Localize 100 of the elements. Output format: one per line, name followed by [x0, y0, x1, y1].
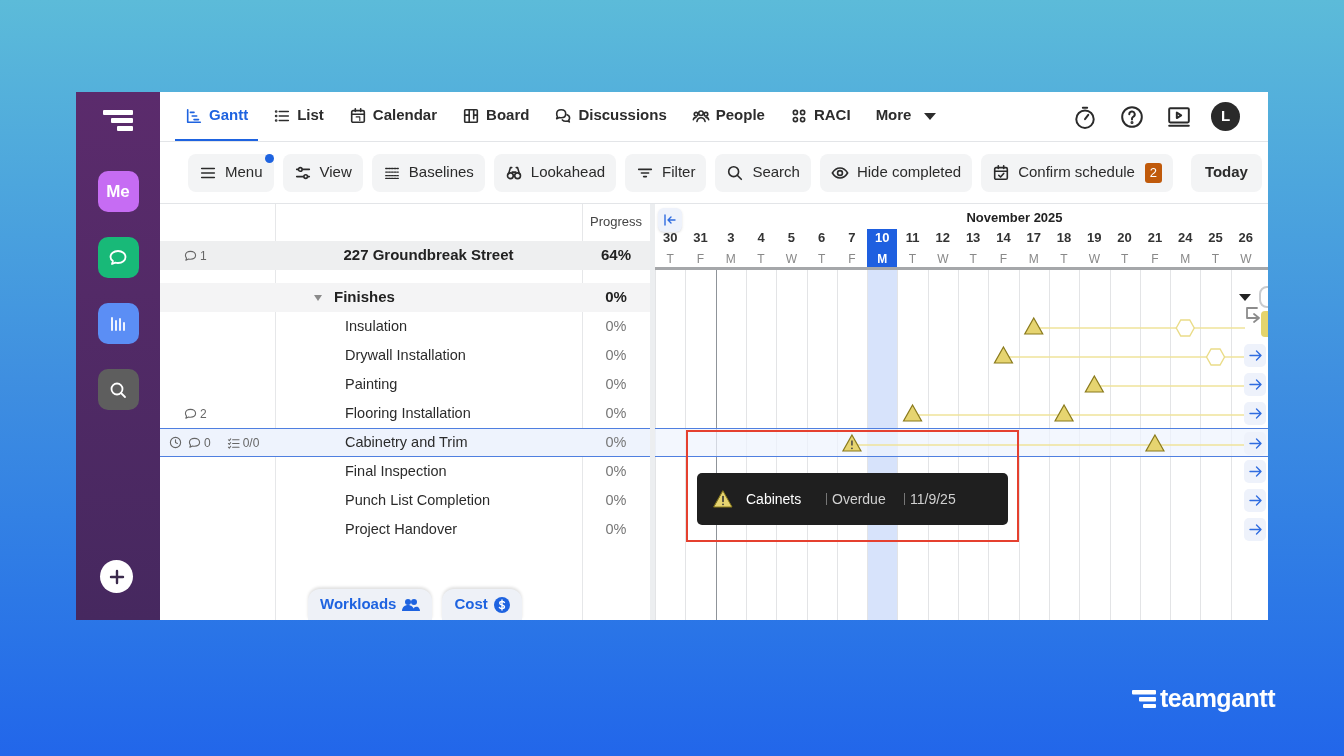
caret-icon: [1239, 294, 1251, 302]
progress-value: 0%: [605, 403, 627, 423]
add-button[interactable]: [100, 560, 133, 593]
comment-count: 0: [188, 433, 211, 452]
chat-button[interactable]: [97, 237, 139, 278]
progress-value: 0%: [605, 432, 627, 452]
gantt-icon: [185, 106, 203, 125]
arrow-right-icon: [1248, 379, 1262, 390]
checklist-icon: [226, 436, 240, 449]
cost-tab[interactable]: Cost: [442, 589, 522, 620]
column-header: Progress: [589, 212, 643, 231]
task-name: Final Inspection: [345, 461, 447, 481]
group-name: Finishes: [334, 287, 395, 308]
baselines-button[interactable]: Baselines: [371, 153, 485, 192]
comment-count: 1: [184, 246, 207, 265]
nav-tab[interactable]: People: [681, 92, 775, 141]
nav-tab[interactable]: List: [263, 92, 334, 141]
warning-icon: [713, 490, 733, 508]
nav-tab[interactable]: Gantt: [175, 92, 259, 141]
reports-button[interactable]: [97, 303, 139, 344]
progress-value: 0%: [605, 345, 627, 365]
task-row[interactable]: 0 0/0 Cabinetry and Trim 0%: [160, 428, 650, 457]
project-name: 227 Groundbreak Street: [343, 245, 514, 266]
arrow-button[interactable]: [1244, 373, 1266, 396]
nav-tab[interactable]: Board: [452, 92, 540, 141]
clock-icon: [169, 436, 182, 449]
task-name: Project Handover: [345, 519, 458, 539]
arrow-button[interactable]: [1244, 344, 1266, 367]
progress-value: 0%: [605, 287, 627, 308]
comment-icon: [188, 436, 201, 449]
progress-value: 64%: [601, 245, 631, 266]
status-label: Overdue: [832, 489, 887, 509]
nav-tab[interactable]: RACI: [779, 92, 861, 141]
calendar-icon: [348, 106, 367, 125]
checklist-count: 0/0: [226, 433, 260, 452]
confirm-button[interactable]: Confirm schedule 2: [981, 153, 1173, 192]
milestone-icon[interactable]: [1023, 316, 1044, 335]
calendar-check-icon: [992, 163, 1011, 182]
task-name: Cabinetry and Trim: [345, 432, 468, 452]
arrow-button[interactable]: [1244, 489, 1266, 512]
collapse-icon: [663, 213, 677, 227]
progress-value: 0%: [605, 490, 627, 510]
task-row[interactable]: Project Handover 0%: [160, 515, 650, 544]
arrow-right-icon: [1248, 495, 1262, 506]
nav-tab[interactable]: Discussions: [544, 92, 677, 141]
task-row[interactable]: 2 Flooring Installation 0%: [160, 399, 650, 428]
milestone-icon[interactable]: [902, 403, 923, 422]
milestone-icon[interactable]: [1084, 374, 1105, 393]
arrow-button[interactable]: [1244, 518, 1266, 541]
brand-logo-icon: [1132, 689, 1156, 708]
today-button[interactable]: Today: [1190, 153, 1262, 192]
task-name: Flooring Installation: [345, 403, 471, 423]
task-row[interactable]: Drywall Installation 0%: [160, 341, 650, 370]
stopwatch-icon: [1073, 104, 1097, 129]
date-label: 11/9/25: [910, 489, 956, 509]
arrow-button[interactable]: [1244, 402, 1266, 425]
comment-count: 2: [184, 404, 207, 423]
arrow-button[interactable]: [1244, 460, 1266, 483]
filter-button[interactable]: Filter: [625, 153, 707, 192]
progress-value: 0%: [605, 519, 627, 539]
nav-tab[interactable]: More: [865, 92, 948, 141]
task-row[interactable]: Insulation 0%: [160, 312, 650, 341]
hide-button[interactable]: Hide completed: [819, 153, 973, 192]
task-name: Drywall Installation: [345, 345, 466, 365]
count-badge: 2: [1144, 162, 1162, 183]
menu-button[interactable]: Menu: [188, 153, 274, 192]
task-name: Insulation: [345, 316, 408, 336]
search-button[interactable]: Search: [715, 153, 811, 192]
caret-icon[interactable]: [313, 293, 323, 302]
milestone-icon[interactable]: [993, 345, 1014, 364]
arrow-right-icon: [1248, 438, 1262, 449]
milestone-icon[interactable]: [1054, 403, 1075, 422]
task-bar: [1261, 311, 1268, 337]
user-avatar[interactable]: L: [1211, 102, 1240, 131]
arrow-right-icon: [1248, 408, 1262, 419]
collapse-button[interactable]: [658, 208, 682, 232]
plus-icon: [108, 568, 125, 585]
people-icon: [402, 597, 421, 612]
warning-icon[interactable]: [841, 433, 862, 452]
comment-icon: [184, 407, 197, 420]
view-button[interactable]: View: [282, 153, 363, 192]
workloads-tab[interactable]: Workloads: [308, 589, 433, 620]
progress-value: 0%: [605, 461, 627, 481]
video-screen-icon: [1167, 104, 1191, 129]
tooltip-task: Cabinets: [746, 489, 803, 509]
milestone-icon[interactable]: [1144, 433, 1165, 452]
task-name: Painting: [345, 374, 398, 394]
task-name: Punch List Completion: [345, 490, 491, 510]
day-header[interactable]: 10 M: [867, 229, 898, 267]
task-row[interactable]: Punch List Completion 0%: [160, 486, 650, 515]
task-row[interactable]: Painting 0%: [160, 370, 650, 399]
dollar-icon: [493, 596, 510, 613]
nav-tab[interactable]: Calendar: [338, 92, 448, 141]
task-row[interactable]: Final Inspection 0%: [160, 457, 650, 486]
month-label: November 2025: [965, 209, 1064, 227]
lookahead-button[interactable]: Lookahead: [493, 153, 617, 192]
caret-icon: [923, 110, 938, 121]
discussions-icon: [554, 106, 573, 125]
arrow-button[interactable]: [1244, 432, 1266, 455]
search-button[interactable]: [97, 369, 139, 410]
